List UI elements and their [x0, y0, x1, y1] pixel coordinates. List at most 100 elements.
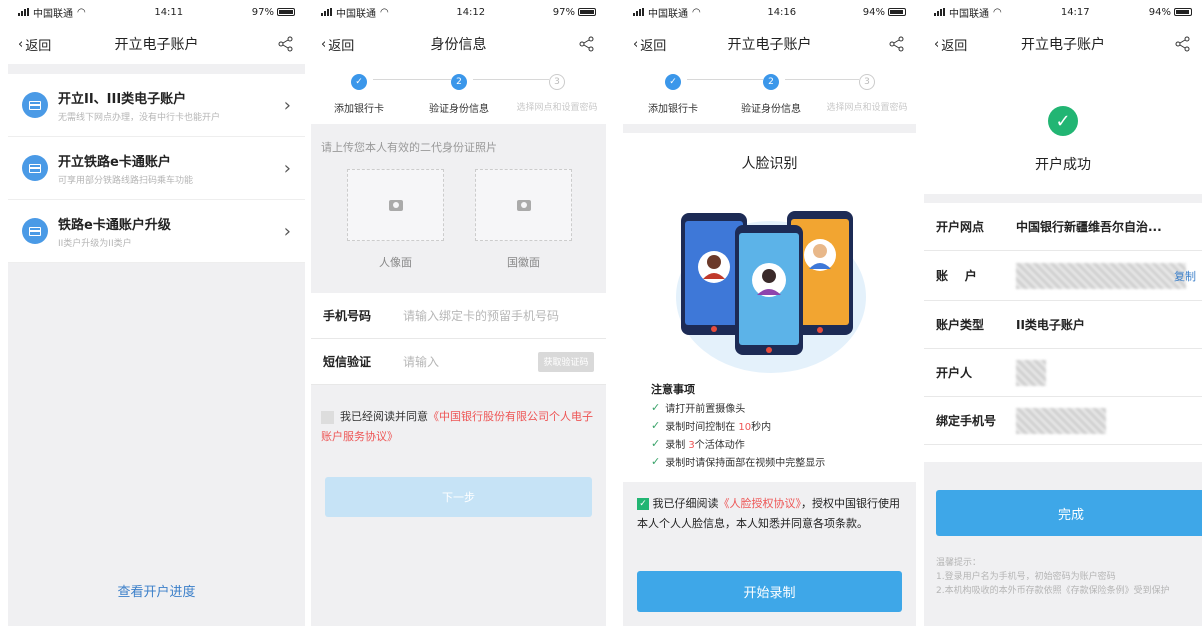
card-icon — [22, 155, 48, 181]
note-text: 录制时请保持面部在视频中完整显示 — [665, 458, 826, 469]
step-label: 添加银行卡 — [648, 104, 698, 115]
step-number: 2 — [763, 74, 779, 90]
menu-item-open-account[interactable]: 开立II、III类电子账户无需线下网点办理，没有中行卡也能开户 › — [8, 74, 305, 137]
step-label: 添加银行卡 — [334, 104, 384, 115]
carrier: 中国联通 — [949, 8, 989, 20]
footer-section: 完成 温馨提示： 1.登录用户名为手机号，初始密码为账户密码 2.本机构吸收的本… — [924, 462, 1202, 626]
screen-identity-info: 中国联通 ◠ 14:12 97% ‹ 返回 身份信息 ✓ 2 3 添加银行卡 验证身… — [311, 0, 606, 626]
note-item: ✓ 录制时间控制在 10秒内 — [651, 418, 888, 433]
back-button[interactable]: ‹ 返回 — [18, 35, 51, 54]
status-time: 14:16 — [767, 6, 797, 18]
menu-item-subtitle: II类户升级为II类户 — [58, 238, 132, 249]
share-icon[interactable] — [277, 35, 295, 53]
success-check-icon: ✓ — [1048, 106, 1078, 136]
agree-checkbox[interactable] — [321, 410, 334, 424]
note-text: 录制 — [665, 440, 689, 451]
nav-bar: ‹ 返回 开立电子账户 — [623, 24, 916, 64]
carrier: 中国联通 — [33, 8, 73, 20]
share-icon[interactable] — [578, 35, 596, 53]
menu-item-railway-upgrade[interactable]: 铁路e卡通账户升级 II类户升级为II类户 › — [8, 200, 305, 263]
phone-input[interactable]: 请输入绑定卡的预留手机号码 — [403, 307, 559, 324]
nav-bar: ‹ 返回 开立电子账户 — [924, 24, 1202, 64]
done-button[interactable]: 完成 — [936, 490, 1202, 536]
battery-percent: 97% — [251, 6, 274, 18]
page-title: 开立电子账户 — [727, 37, 812, 53]
type-row: 账户类型 II类电子账户 — [924, 301, 1202, 349]
copy-button[interactable]: 复制 — [1174, 268, 1196, 284]
face-title: 人脸识别 — [741, 156, 798, 172]
back-button[interactable]: ‹ 返回 — [633, 35, 666, 54]
tip-line: 2.本机构吸收的本外币存款依照《存款保险条例》受到保护 — [936, 586, 1170, 596]
back-button[interactable]: ‹ 返回 — [321, 35, 354, 54]
consent-section: ✓ 我已仔细阅读《人脸授权协议》，授权中国银行使用本人个人人脸信息，本人知悉并同… — [623, 482, 916, 626]
status-time: 14:12 — [456, 6, 486, 18]
note-item: ✓ 录制 3个活体动作 — [651, 436, 888, 451]
step-number: 2 — [451, 74, 467, 90]
page-title: 身份信息 — [430, 37, 487, 53]
share-icon[interactable] — [888, 35, 906, 53]
menu-item-subtitle: 无需线下网点办理，没有中行卡也能开户 — [58, 112, 221, 123]
wifi-icon: ◠ — [993, 6, 1002, 18]
step-label: 验证身份信息 — [741, 104, 801, 115]
chevron-left-icon: ‹ — [321, 36, 327, 52]
id-front-label: 人像面 — [379, 256, 412, 269]
tips: 温馨提示： 1.登录用户名为手机号，初始密码为账户密码 2.本机构吸收的本外币存… — [936, 556, 1202, 598]
status-bar: 中国联通 ◠ 14:11 97% — [8, 0, 305, 24]
note-text: 录制时间控制在 — [665, 422, 739, 433]
battery-icon — [1173, 8, 1192, 16]
note-text: 个活体动作 — [694, 440, 745, 451]
signal-icon — [321, 8, 332, 16]
note-highlight: 10 — [738, 422, 752, 433]
start-recording-button[interactable]: 开始录制 — [637, 571, 902, 612]
success-title: 开户成功 — [1035, 157, 1091, 173]
account-number-redacted — [1016, 262, 1186, 289]
check-icon: ✓ — [651, 455, 661, 468]
signal-icon — [18, 8, 29, 16]
note-item: ✓ 请打开前置摄像头 — [651, 400, 888, 415]
note-text: 秒内 — [751, 422, 772, 433]
owner-row: 开户人 — [924, 349, 1202, 397]
phone-row: 绑定手机号 — [924, 397, 1202, 445]
tips-title: 温馨提示： — [936, 558, 982, 568]
status-time: 14:11 — [154, 6, 184, 18]
id-back-upload[interactable]: 国徽面 — [475, 169, 572, 270]
step-indicator: ✓ 2 3 添加银行卡 验证身份信息 选择网点和设置密码 — [311, 64, 606, 124]
owner-name-redacted — [1016, 359, 1046, 386]
wifi-icon: ◠ — [692, 6, 701, 18]
next-button[interactable]: 下一步 — [325, 477, 592, 517]
wifi-icon: ◠ — [77, 6, 86, 18]
step-indicator: ✓ 2 3 添加银行卡 验证身份信息 选择网点和设置密码 — [623, 64, 916, 124]
step-done-icon: ✓ — [665, 74, 681, 90]
success-banner: ✓ 开户成功 — [924, 64, 1202, 194]
get-code-button[interactable]: 获取验证码 — [538, 351, 594, 372]
consent-text: 我已仔细阅读 — [652, 497, 719, 510]
card-icon — [22, 92, 48, 118]
chevron-left-icon: ‹ — [18, 36, 24, 52]
menu-item-title: 开立II、III类电子账户 — [58, 91, 187, 107]
nav-bar: ‹ 返回 身份信息 — [311, 24, 606, 64]
tip-line: 1.登录用户名为手机号，初始密码为账户密码 — [936, 572, 1116, 582]
bound-phone-label: 绑定手机号 — [936, 414, 997, 428]
consent-checkbox[interactable]: ✓ — [637, 498, 649, 510]
note-text: 请打开前置摄像头 — [665, 404, 746, 415]
phone-redacted — [1016, 407, 1106, 434]
status-time: 14:17 — [1060, 6, 1090, 18]
back-button[interactable]: ‹ 返回 — [934, 35, 967, 54]
battery-percent: 97% — [552, 6, 575, 18]
step-label: 选择网点和设置密码 — [516, 103, 598, 113]
id-front-upload[interactable]: 人像面 — [347, 169, 444, 270]
chevron-right-icon: › — [283, 94, 291, 116]
battery-icon — [276, 8, 295, 16]
face-agreement-link[interactable]: 《人脸授权协议》 — [719, 497, 802, 510]
carrier: 中国联通 — [336, 8, 376, 20]
screen-account-types: 中国联通 ◠ 14:11 97% ‹ 返回 开立电子账户 开立II、III类电子账户… — [8, 0, 305, 626]
menu-item-railway-account[interactable]: 开立铁路e卡通账户 可享用部分铁路线路扫码乘车功能 › — [8, 137, 305, 200]
sms-input[interactable]: 请输入 — [403, 353, 538, 370]
id-back-label: 国徽面 — [507, 256, 540, 269]
menu-item-title: 开立铁路e卡通账户 — [58, 154, 171, 170]
signal-icon — [934, 8, 945, 16]
status-bar: 中国联通 ◠ 14:16 94% — [623, 0, 916, 24]
sms-row: 短信验证 请输入 获取验证码 — [311, 339, 606, 385]
progress-link[interactable]: 查看开户进度 — [117, 581, 195, 600]
share-icon[interactable] — [1174, 35, 1192, 53]
